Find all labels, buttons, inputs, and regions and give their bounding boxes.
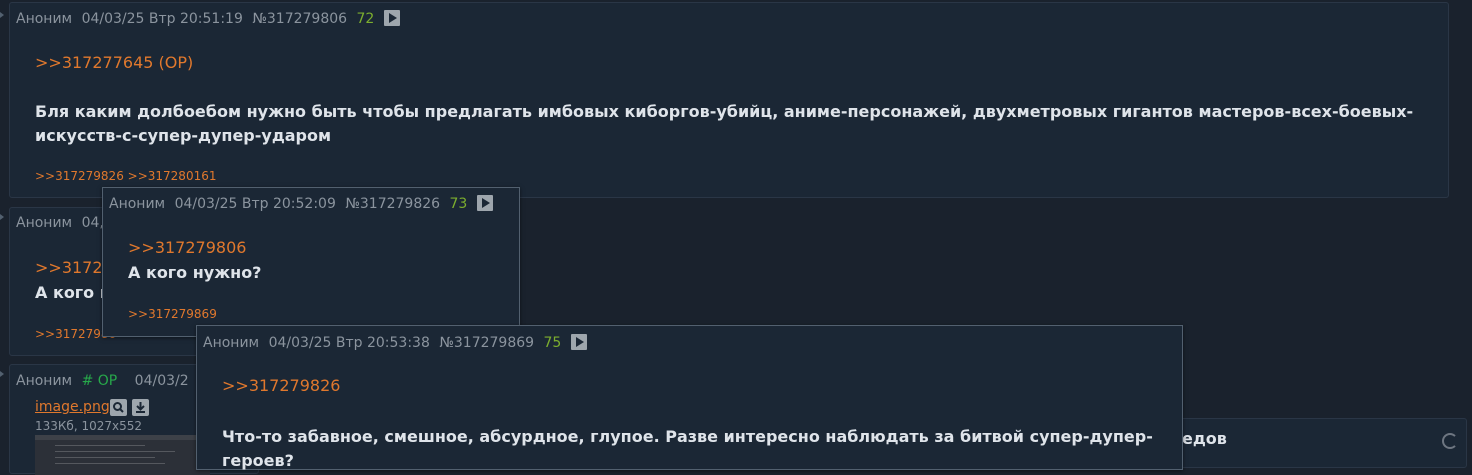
post-author: Аноним — [16, 215, 73, 231]
play-icon[interactable] — [570, 334, 587, 350]
post-author: Аноним — [16, 11, 73, 27]
file-name-link[interactable]: image.png — [35, 399, 110, 415]
post-date: 04/03/25 Втр 20:51:19 — [81, 11, 243, 27]
magnifier-icon[interactable] — [110, 399, 127, 416]
post-number[interactable]: №317279806 — [252, 11, 347, 27]
post-author: Аноним — [109, 196, 166, 212]
refresh-icon[interactable] — [1442, 433, 1458, 449]
op-post-body: едов — [1175, 418, 1467, 468]
post-header: Аноним 04, — [16, 215, 109, 231]
reply-ref-link[interactable]: >>317280161 — [128, 169, 217, 183]
post-text: Что-то забавное, смешное, абсурдное, глу… — [222, 427, 1153, 470]
post-header: Аноним # OP 04/03/2 — [16, 373, 194, 389]
post-marker — [0, 214, 4, 220]
post-text: Бля каким долбоебом нужно быть чтобы пре… — [35, 102, 1414, 145]
post-number[interactable]: №317279869 — [439, 335, 534, 351]
file-meta: 133Кб, 1027x552 — [35, 419, 142, 433]
post-header: Аноним 04/03/25 Втр 20:51:19 №317279806 … — [16, 10, 405, 27]
reply-ref-link[interactable]: >>317279826 — [35, 169, 124, 183]
post-header: Аноним 04/03/25 Втр 20:52:09 №317279826 … — [109, 195, 498, 212]
post-marker — [0, 12, 4, 18]
post-date: 04/03/25 Втр 20:53:38 — [268, 335, 430, 351]
reply-link[interactable]: >>317279806 — [128, 238, 246, 257]
reply-ref-link[interactable]: >>317279869 — [128, 307, 217, 321]
post-author: Аноним — [203, 335, 260, 351]
post-header: Аноним 04/03/25 Втр 20:53:38 №317279869 … — [203, 334, 592, 351]
post-preview-popup: Аноним 04/03/25 Втр 20:53:38 №317279869 … — [196, 325, 1183, 470]
reply-link[interactable]: >>317277645 (OP) — [35, 53, 193, 72]
post-index: 72 — [356, 11, 375, 27]
play-icon[interactable] — [476, 195, 493, 211]
play-icon[interactable] — [383, 10, 400, 26]
post-text: едов — [1182, 429, 1227, 448]
post-date: 04/03/25 Втр 20:52:09 — [174, 196, 336, 212]
post-replies: >>317279826 >>317280161 — [35, 169, 216, 183]
post-date: 04/03/2 — [134, 373, 189, 389]
post-marker — [0, 371, 4, 377]
op-label: # OP — [81, 373, 118, 389]
post-preview-popup: Аноним 04/03/25 Втр 20:52:09 №317279826 … — [102, 187, 520, 337]
post-index: 73 — [449, 196, 468, 212]
post-date: 04, — [81, 215, 104, 231]
download-icon[interactable] — [132, 399, 149, 416]
post-author: Аноним — [16, 373, 73, 389]
post-text: А кого н — [35, 283, 111, 302]
post-317279806: Аноним 04/03/25 Втр 20:51:19 №317279806 … — [9, 2, 1449, 198]
image-thumbnail[interactable] — [35, 435, 210, 475]
post-index: 75 — [543, 335, 562, 351]
post-number[interactable]: №317279826 — [345, 196, 440, 212]
reply-link[interactable]: >>317279826 — [222, 376, 340, 395]
reply-link[interactable]: >>3172 — [35, 258, 103, 277]
post-text: А кого нужно? — [128, 263, 262, 282]
